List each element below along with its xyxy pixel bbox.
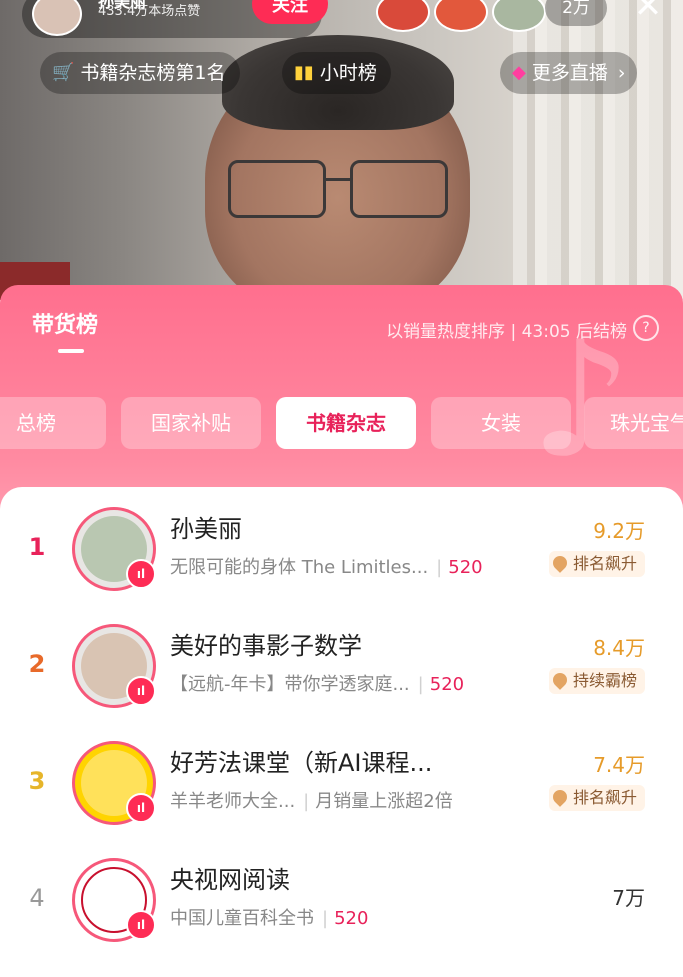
viewer-avatar[interactable]: [434, 0, 488, 32]
fire-icon: [550, 787, 570, 807]
streamer-name: 美好的事影子数学: [170, 632, 362, 660]
live-badge-icon: ıl: [126, 676, 156, 706]
live-badge-icon: ıl: [126, 910, 156, 940]
trend-badge: 排名飙升: [548, 785, 645, 811]
sales-value: 9.2万: [593, 519, 645, 543]
rank-pill[interactable]: 🛒 书籍杂志榜第1名: [40, 52, 240, 94]
fire-icon: [550, 670, 570, 690]
live-video[interactable]: 孙美丽 433.4万本场点赞 关注 2万 ✕ 🛒 书籍杂志榜第1名 ▮▮ 小时榜…: [0, 0, 683, 300]
chevron-right-icon: ›: [617, 62, 626, 84]
product-desc: 无限可能的身体 The Limitles... | 520: [170, 557, 483, 578]
viewer-count[interactable]: 2万: [545, 0, 607, 26]
bar-chart-icon: ▮▮: [294, 62, 314, 83]
rank-pill-label: 书籍杂志榜第1名: [80, 62, 226, 84]
product-desc: 中国儿童百科全书 | 520: [170, 908, 369, 929]
top-bar: 孙美丽 433.4万本场点赞 关注 2万 ✕: [0, 0, 683, 40]
sales-value: 7万: [612, 886, 645, 910]
list-item[interactable]: 4 ıl 央视网阅读 中国儿童百科全书 | 520 7万: [0, 854, 683, 970]
rank-number: 4: [29, 884, 45, 912]
tab-subsidy[interactable]: 国家补贴: [121, 397, 261, 449]
viewer-avatar[interactable]: [492, 0, 546, 32]
list-item[interactable]: 2 ıl 美好的事影子数学 【远航-年卡】带你学透家庭... | 520 8.4万 …: [0, 620, 683, 736]
live-badge-icon: ıl: [126, 559, 156, 589]
rank-number: 3: [28, 767, 46, 795]
streamer-name: 央视网阅读: [170, 866, 290, 894]
product-desc: 羊羊老师大全... | 月销量上涨超2倍: [170, 791, 453, 812]
panel-sort-info: 以销量热度排序 | 43:05 后结榜: [386, 322, 627, 342]
anchor-likes: 433.4万本场点赞: [98, 4, 201, 19]
live-badge-icon: ıl: [126, 793, 156, 823]
anchor-card[interactable]: 孙美丽 433.4万本场点赞 关注: [22, 0, 328, 38]
streamer-glasses: [228, 160, 448, 220]
background-curtain: [513, 0, 683, 300]
sales-value: 7.4万: [593, 753, 645, 777]
category-tabs: 总榜 国家补贴 书籍杂志 女装 珠光宝气: [0, 397, 683, 449]
tab-women[interactable]: 女装: [431, 397, 571, 449]
more-live-label: 更多直播: [531, 62, 608, 84]
rank-list: 1 ıl 孙美丽 无限可能的身体 The Limitles... | 520 9.2…: [0, 487, 683, 977]
panel-title-underline: [58, 349, 84, 353]
trend-badge: 持续霸榜: [548, 668, 645, 694]
hour-rank-pill[interactable]: ▮▮ 小时榜: [282, 52, 391, 94]
viewer-avatar[interactable]: [376, 0, 430, 32]
streamer-name: 孙美丽: [170, 515, 242, 543]
rank-number: 2: [28, 650, 46, 678]
sales-value: 8.4万: [593, 636, 645, 660]
product-desc: 【远航-年卡】带你学透家庭... | 520: [170, 674, 465, 695]
anchor-avatar[interactable]: [32, 0, 82, 36]
tab-all[interactable]: 总榜: [0, 397, 106, 449]
more-live-pill[interactable]: ◆ 更多直播 ›: [500, 52, 638, 94]
streamer-name: 好芳法课堂（新AI课程...: [170, 749, 433, 777]
trend-badge: 排名飙升: [548, 551, 645, 577]
panel-title: 带货榜: [32, 313, 99, 338]
live-icon: ◆: [512, 62, 526, 83]
tab-books[interactable]: 书籍杂志: [276, 397, 416, 449]
help-icon[interactable]: ?: [633, 315, 659, 341]
list-item[interactable]: 3 ıl 好芳法课堂（新AI课程... 羊羊老师大全... | 月销量上涨超2倍 7…: [0, 737, 683, 853]
cart-icon: 🛒: [52, 62, 75, 83]
fire-icon: [550, 553, 570, 573]
tab-jewelry[interactable]: 珠光宝气: [584, 397, 683, 449]
close-icon[interactable]: ✕: [628, 0, 668, 26]
list-item[interactable]: 1 ıl 孙美丽 无限可能的身体 The Limitles... | 520 9.2…: [0, 503, 683, 619]
rank-number: 1: [28, 533, 46, 561]
follow-button[interactable]: 关注: [252, 0, 328, 24]
sales-rank-panel: ♪ 带货榜 以销量热度排序 | 43:05 后结榜 ? 总榜 国家补贴 书籍杂志…: [0, 285, 683, 977]
hour-rank-label: 小时榜: [319, 62, 377, 84]
